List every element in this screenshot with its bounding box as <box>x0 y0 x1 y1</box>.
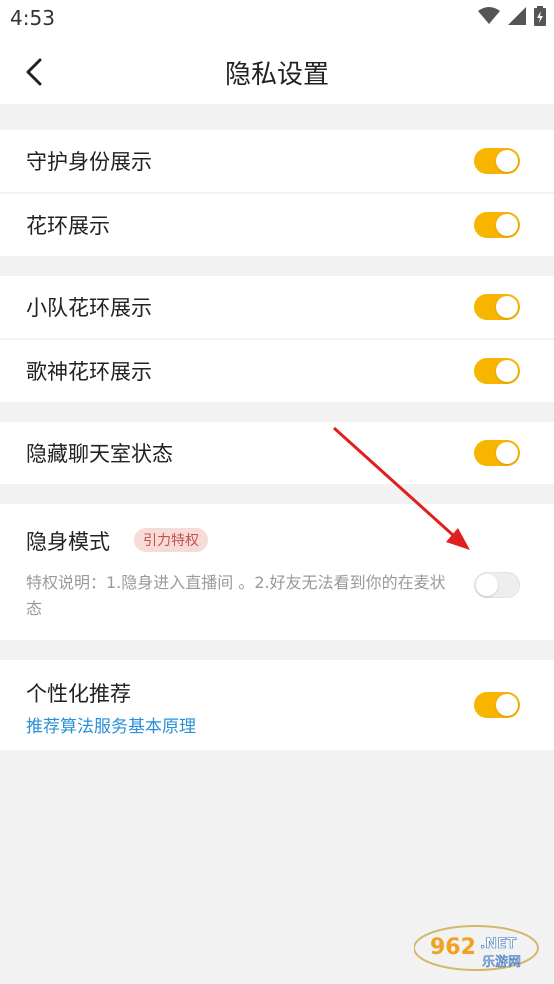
setting-row-team-garland: 小队花环展示 <box>0 276 554 338</box>
signal-icon <box>508 7 526 25</box>
setting-label: 隐藏聊天室状态 <box>26 442 173 466</box>
status-icons <box>478 6 546 26</box>
toggle-knob <box>496 296 518 318</box>
status-bar: 4:53 <box>0 0 554 38</box>
algorithm-principle-link[interactable]: 推荐算法服务基本原理 <box>26 712 196 737</box>
setting-row-stealth-mode: 隐身模式 引力特权 特权说明：1.隐身进入直播间 。2.好友无法看到你的在麦状态 <box>0 504 554 640</box>
watermark-logo-icon: 962 .NET 乐游网 <box>413 925 539 971</box>
guard-identity-toggle[interactable] <box>474 148 520 174</box>
watermark-logo: 962 .NET 乐游网 <box>413 922 544 978</box>
stealth-mode-description: 特权说明：1.隐身进入直播间 。2.好友无法看到你的在麦状态 <box>26 573 446 618</box>
setting-row-singer-garland: 歌神花环展示 <box>0 338 554 402</box>
watermark-suffix: .NET <box>480 936 517 952</box>
stealth-mode-toggle[interactable] <box>474 572 520 598</box>
battery-icon <box>534 6 546 26</box>
setting-row-hide-chatroom: 隐藏聊天室状态 <box>0 422 554 484</box>
toggle-knob <box>496 360 518 382</box>
setting-label: 花环展示 <box>26 214 110 238</box>
setting-row-guard-identity: 守护身份展示 <box>0 130 554 192</box>
personalized-toggle[interactable] <box>474 692 520 718</box>
watermark-number: 962 <box>430 935 476 960</box>
stealth-mode-label: 隐身模式 <box>26 530 110 554</box>
wifi-icon <box>478 7 500 24</box>
toggle-knob <box>496 214 518 236</box>
watermark-sub: 乐游网 <box>482 955 521 970</box>
page-title: 隐私设置 <box>224 60 329 90</box>
setting-row-personalized-recommendation: 个性化推荐 推荐算法服务基本原理 <box>0 660 554 750</box>
personalized-label: 个性化推荐 <box>26 682 131 706</box>
team-garland-toggle[interactable] <box>474 294 520 320</box>
singer-garland-toggle[interactable] <box>474 358 520 384</box>
toggle-knob <box>496 694 518 716</box>
setting-row-garland: 花环展示 <box>0 192 554 256</box>
privilege-badge: 引力特权 <box>134 528 208 552</box>
hide-chatroom-toggle[interactable] <box>474 440 520 466</box>
setting-label: 歌神花环展示 <box>26 360 152 384</box>
garland-toggle[interactable] <box>474 212 520 238</box>
nav-header: 隐私设置 <box>0 38 554 104</box>
setting-label: 小队花环展示 <box>26 296 152 320</box>
setting-label: 守护身份展示 <box>26 150 152 174</box>
toggle-knob <box>476 574 498 596</box>
toggle-knob <box>496 442 518 464</box>
status-time: 4:53 <box>10 6 55 30</box>
toggle-knob <box>496 150 518 172</box>
